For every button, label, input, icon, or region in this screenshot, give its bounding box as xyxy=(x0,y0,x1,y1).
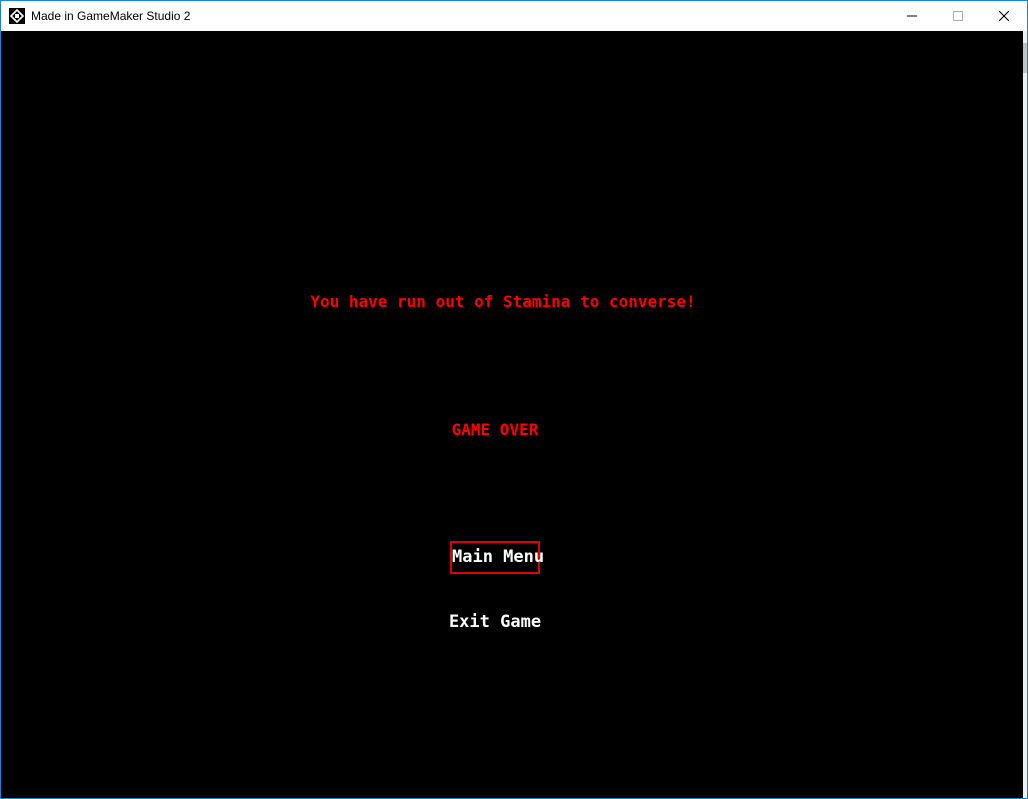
close-button[interactable] xyxy=(981,1,1027,31)
scrollbar-track[interactable] xyxy=(1023,31,1027,798)
minimize-icon xyxy=(907,15,917,17)
stamina-message: You have run out of Stamina to converse! xyxy=(310,292,696,311)
window-title: Made in GameMaker Studio 2 xyxy=(31,9,191,23)
gamemaker-logo-icon xyxy=(9,8,25,24)
maximize-button[interactable] xyxy=(935,1,981,31)
scrollbar-thumb[interactable] xyxy=(1023,43,1027,73)
game-window: Made in GameMaker Studio 2 You have run … xyxy=(0,0,1028,799)
close-icon xyxy=(999,11,1009,21)
game-canvas: You have run out of Stamina to converse!… xyxy=(1,31,1023,798)
exit-game-button[interactable]: Exit Game xyxy=(1,612,989,632)
game-over-heading: GAME OVER xyxy=(451,420,539,439)
main-menu-button[interactable]: Main Menu xyxy=(450,541,544,574)
maximize-icon xyxy=(953,11,963,21)
minimize-button[interactable] xyxy=(889,1,935,31)
title-bar[interactable]: Made in GameMaker Studio 2 xyxy=(1,1,1027,31)
